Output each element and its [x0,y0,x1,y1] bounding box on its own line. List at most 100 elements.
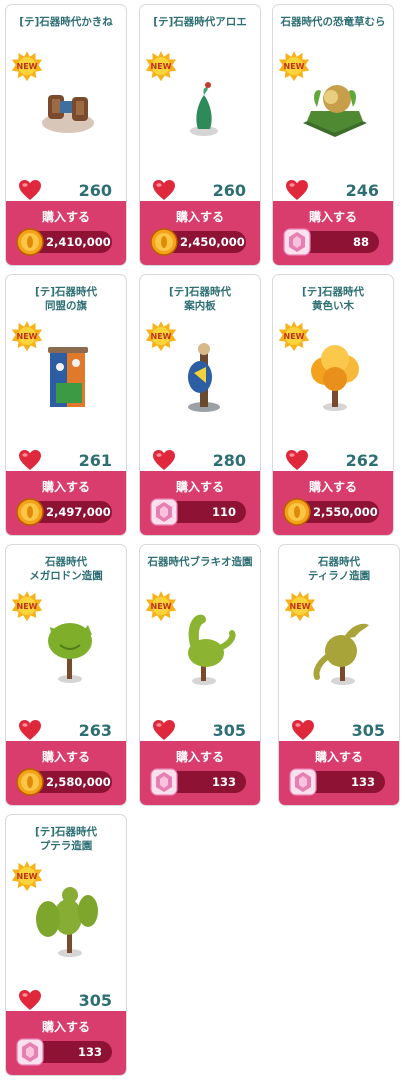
buy-button-label: 購入する [175,210,224,224]
price-value: 133 [350,775,375,789]
heart-icon[interactable] [152,449,176,471]
item-card-dino-grass[interactable]: 石器時代の恐竜草むら NEW 246 購入する 88 [272,4,394,266]
item-card-brachio-topiary[interactable]: 石器時代ブラキオ造園 NEW 305 購入する 133 [139,544,261,806]
price-value: 2,450,000 [180,235,245,249]
item-title: [テ]石器時代 プテラ造園 [34,826,98,852]
heart-icon[interactable] [152,719,176,741]
heart-icon[interactable] [18,179,42,201]
gem-icon [150,498,178,526]
like-count: 246 [345,181,379,200]
buy-button[interactable]: 購入する 88 [273,201,393,265]
like-count: 263 [78,721,112,740]
like-count: 305 [212,721,246,740]
price-value: 2,410,000 [46,235,111,249]
buy-button[interactable]: 購入する 2,550,000 [273,471,393,535]
price-value: 2,580,000 [46,775,111,789]
price-bar: 133 [154,771,246,793]
gem-icon [16,1038,44,1066]
buy-button[interactable]: 購入する 133 [279,741,399,805]
ptera-topiary-icon [36,887,98,957]
stone-fence-icon [42,95,94,133]
item-title: [テ]石器時代アロエ [153,16,247,28]
aloe-plant-icon [190,82,218,136]
coin-icon [150,228,178,256]
item-card-megalodon-topiary[interactable]: 石器時代 メガロドン造園 NEW 263 購入する 2,580,000 [5,544,127,806]
buy-button-label: 購入する [175,750,224,764]
heart-icon[interactable] [18,989,42,1011]
heart-icon[interactable] [18,719,42,741]
item-card-tyranno-topiary[interactable]: 石器時代 ティラノ造園 NEW 305 購入する 133 [278,544,400,806]
price-value: 133 [77,1045,102,1059]
buy-button-label: 購入する [41,750,90,764]
item-title: 石器時代ブラキオ造園 [147,556,253,568]
item-card-ptera-topiary[interactable]: [テ]石器時代 プテラ造園 NEW 305 購入する 133 [5,814,127,1076]
item-card-stone-age-aloe[interactable]: [テ]石器時代アロエ NEW 260 購入する 2,450,000 [139,4,261,266]
like-count: 260 [212,181,246,200]
buy-button[interactable]: 購入する 133 [6,1011,126,1075]
price-bar: 2,580,000 [20,771,112,793]
buy-button[interactable]: 購入する 2,410,000 [6,201,126,265]
item-title: 石器時代の恐竜草むら [280,16,386,28]
signboard-icon [188,343,220,412]
price-value: 133 [211,775,236,789]
brachio-topiary-icon [188,614,236,685]
buy-button[interactable]: 購入する 2,450,000 [140,201,260,265]
buy-button-label: 購入する [41,480,90,494]
price-value: 2,550,000 [313,505,378,519]
buy-button-label: 購入する [308,480,357,494]
coin-icon [16,498,44,526]
buy-button[interactable]: 購入する 110 [140,471,260,535]
coin-icon [16,228,44,256]
alliance-flag-icon [48,347,88,407]
dino-grass-icon [303,85,367,137]
heart-icon[interactable] [152,179,176,201]
heart-icon[interactable] [285,179,309,201]
buy-button-label: 購入する [308,210,357,224]
coin-icon [16,768,44,796]
item-card-alliance-flag[interactable]: [テ]石器時代 同盟の旗 NEW 261 購入する 2,497,000 [5,274,127,536]
like-count: 280 [212,451,246,470]
price-bar: 133 [293,771,385,793]
item-card-stone-age-fence[interactable]: [テ]石器時代かきね NEW 260 購入する 2,410,000 [5,4,127,266]
like-count: 260 [78,181,112,200]
buy-button-label: 購入する [314,750,363,764]
tyranno-topiary-icon [313,623,369,685]
gem-icon [283,228,311,256]
item-card-signboard[interactable]: [テ]石器時代 案内板 NEW 280 購入する 110 [139,274,261,536]
gem-icon [150,768,178,796]
item-title: 石器時代 メガロドン造園 [29,556,103,582]
item-title: [テ]石器時代かきね [19,16,113,28]
gem-icon [289,768,317,796]
price-value: 88 [352,235,369,249]
buy-button-label: 購入する [41,210,90,224]
megalodon-topiary-icon [48,623,92,683]
buy-button-label: 購入する [41,1020,90,1034]
item-card-yellow-tree[interactable]: [テ]石器時代 黄色い木 NEW 262 購入する 2,550,000 [272,274,394,536]
yellow-tree-icon [311,345,359,411]
heart-icon[interactable] [291,719,315,741]
price-bar: 133 [20,1041,112,1063]
item-title: [テ]石器時代 黄色い木 [301,286,365,312]
buy-button[interactable]: 購入する 133 [140,741,260,805]
buy-button[interactable]: 購入する 2,580,000 [6,741,126,805]
price-bar: 2,450,000 [154,231,246,253]
price-bar: 88 [287,231,379,253]
heart-icon[interactable] [285,449,309,471]
item-title: [テ]石器時代 同盟の旗 [34,286,98,312]
price-bar: 2,550,000 [287,501,379,523]
item-title: [テ]石器時代 案内板 [168,286,232,312]
price-value: 2,497,000 [46,505,111,519]
item-title: 石器時代 ティラノ造園 [307,556,371,582]
price-value: 110 [211,505,236,519]
coin-icon [283,498,311,526]
price-bar: 2,497,000 [20,501,112,523]
buy-button[interactable]: 購入する 2,497,000 [6,471,126,535]
like-count: 305 [351,721,385,740]
price-bar: 2,410,000 [20,231,112,253]
heart-icon[interactable] [18,449,42,471]
buy-button-label: 購入する [175,480,224,494]
like-count: 261 [78,451,112,470]
price-bar: 110 [154,501,246,523]
like-count: 305 [78,991,112,1010]
like-count: 262 [345,451,379,470]
